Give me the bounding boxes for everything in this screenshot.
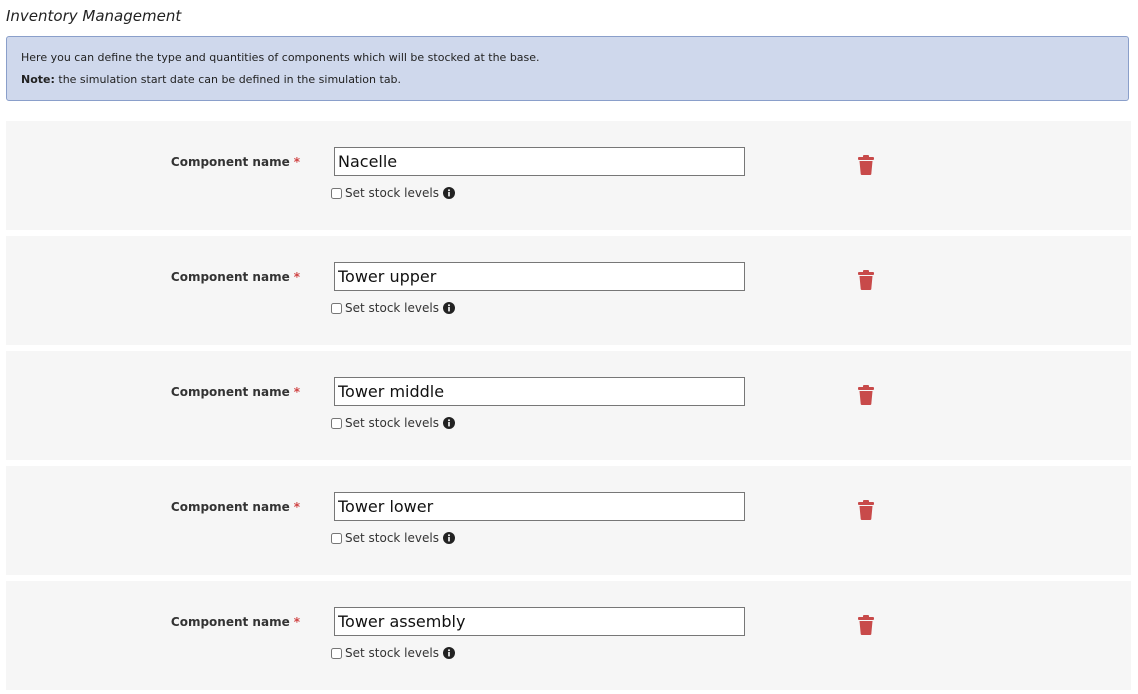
- info-circle-icon[interactable]: [442, 187, 455, 199]
- set-stock-levels-label: Set stock levels: [345, 301, 439, 315]
- component-name-input[interactable]: [334, 607, 745, 636]
- set-stock-levels-checkbox[interactable]: [331, 187, 342, 199]
- set-stock-levels-toggle[interactable]: Set stock levels: [331, 416, 455, 430]
- component-row: Component name* Set stock levels: [6, 466, 1131, 575]
- set-stock-levels-label: Set stock levels: [345, 416, 439, 430]
- note-text: the simulation start date can be defined…: [54, 73, 402, 86]
- delete-component-button[interactable]: [857, 500, 875, 520]
- set-stock-levels-toggle[interactable]: Set stock levels: [331, 186, 455, 200]
- component-row: Component name* Set stock levels: [6, 121, 1131, 230]
- component-name-input[interactable]: [334, 492, 745, 521]
- component-name-label: Component name *: [171, 155, 300, 169]
- label-text: Component name: [170, 385, 290, 399]
- delete-component-button[interactable]: [857, 615, 875, 635]
- set-stock-levels-label: Set stock levels: [345, 531, 439, 545]
- set-stock-levels-label: Set stock levels: [345, 646, 439, 660]
- set-stock-levels-checkbox[interactable]: [331, 532, 342, 544]
- set-stock-levels-checkbox[interactable]: [331, 302, 342, 314]
- required-marker: *: [293, 155, 300, 169]
- set-stock-levels-toggle[interactable]: Set stock levels: [331, 531, 455, 545]
- set-stock-levels-toggle[interactable]: Set stock levels: [331, 646, 455, 660]
- required-marker: *: [293, 270, 300, 284]
- set-stock-levels-label: Set stock levels: [345, 186, 439, 200]
- inventory-management-page: Inventory Management Here you can define…: [0, 0, 1138, 694]
- label-text: Component name: [170, 500, 290, 514]
- info-box: Here you can define the type and quantit…: [6, 36, 1129, 101]
- delete-component-button[interactable]: [857, 385, 875, 405]
- info-circle-icon[interactable]: [442, 647, 455, 659]
- required-marker: *: [293, 500, 300, 514]
- component-name-label: Component name *: [171, 270, 300, 284]
- note-label: Note:: [21, 73, 55, 86]
- info-circle-icon[interactable]: [442, 532, 455, 544]
- set-stock-levels-checkbox[interactable]: [331, 417, 342, 429]
- set-stock-levels-checkbox[interactable]: [331, 647, 342, 659]
- component-name-input[interactable]: [334, 377, 745, 406]
- info-note: Note: the simulation start date can be d…: [21, 73, 401, 86]
- required-marker: *: [293, 385, 300, 399]
- component-row: Component name* Set stock levels: [6, 581, 1131, 690]
- required-marker: *: [293, 615, 300, 629]
- info-text: Here you can define the type and quantit…: [21, 51, 540, 64]
- label-text: Component name: [170, 270, 290, 284]
- component-row: Component name* Set stock levels: [6, 236, 1131, 345]
- set-stock-levels-toggle[interactable]: Set stock levels: [331, 301, 455, 315]
- component-name-label: Component name *: [171, 500, 300, 514]
- info-circle-icon[interactable]: [442, 302, 455, 314]
- label-text: Component name: [170, 155, 290, 169]
- page-title: Inventory Management: [6, 7, 182, 25]
- delete-component-button[interactable]: [857, 270, 875, 290]
- label-text: Component name: [170, 615, 290, 629]
- component-name-label: Component name *: [171, 385, 300, 399]
- component-name-input[interactable]: [334, 262, 745, 291]
- component-name-input[interactable]: [334, 147, 745, 176]
- component-row: Component name* Set stock levels: [6, 351, 1131, 460]
- delete-component-button[interactable]: [857, 155, 875, 175]
- component-name-label: Component name *: [171, 615, 300, 629]
- info-circle-icon[interactable]: [442, 417, 455, 429]
